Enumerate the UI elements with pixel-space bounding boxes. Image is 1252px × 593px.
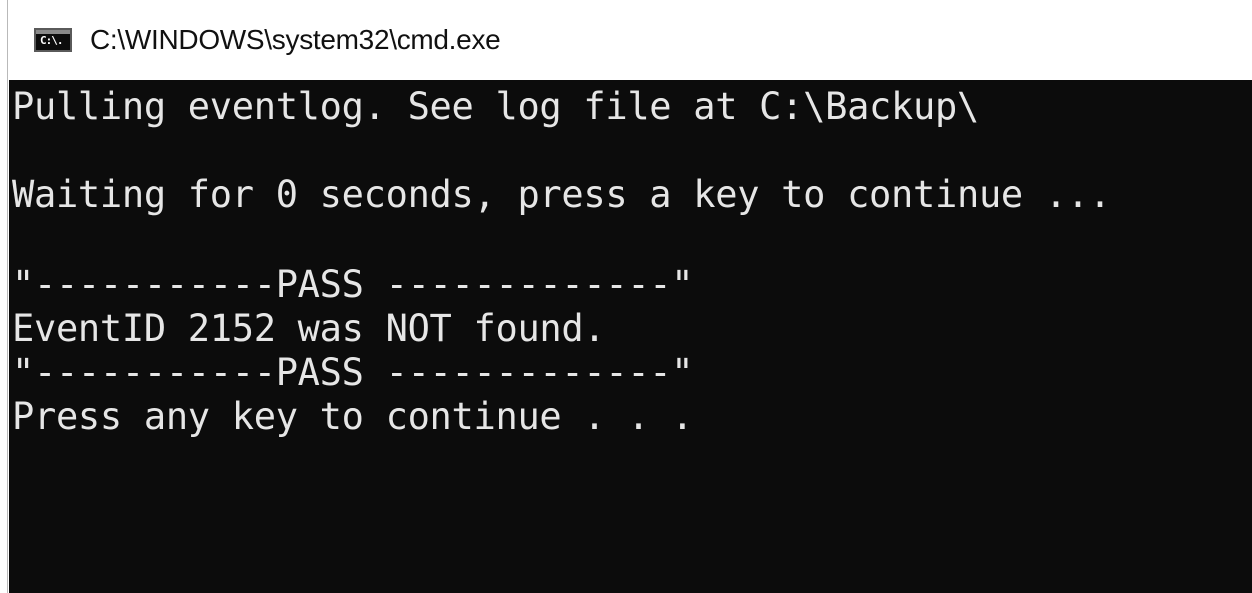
console-line: "-----------PASS -------------" — [12, 263, 694, 306]
cmd-icon[interactable]: C:\. — [34, 28, 72, 52]
console-line: Press any key to continue . . . — [12, 395, 694, 438]
title-bar[interactable]: C:\. C:\WINDOWS\system32\cmd.exe — [8, 0, 1252, 80]
cmd-window: C:\. C:\WINDOWS\system32\cmd.exe Pulling… — [0, 0, 1252, 593]
console-line: Waiting for 0 seconds, press a key to co… — [12, 173, 1111, 216]
console-output[interactable]: Pulling eventlog. See log file at C:\Bac… — [9, 80, 1252, 593]
cmd-icon-label: C:\. — [40, 34, 63, 47]
console-line: Pulling eventlog. See log file at C:\Bac… — [12, 85, 979, 128]
console-line: EventID 2152 was NOT found. — [12, 307, 606, 350]
window-title: C:\WINDOWS\system32\cmd.exe — [90, 24, 501, 55]
window-left-border — [0, 0, 8, 593]
console-line: "-----------PASS -------------" — [12, 351, 694, 394]
